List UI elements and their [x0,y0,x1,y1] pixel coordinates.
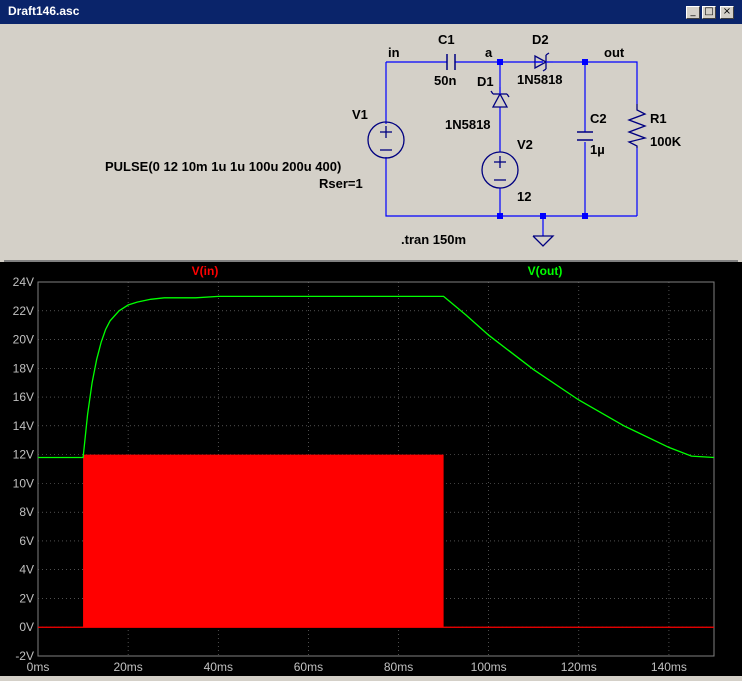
close-button[interactable]: × [720,6,734,19]
waveform-plot[interactable]: -2V0V2V4V6V8V10V12V14V16V18V20V22V24V 0m… [0,262,742,676]
x-tick-label: 40ms [204,660,233,674]
y-tick-label: 8V [19,505,34,519]
vout-trace[interactable] [38,295,715,459]
y-tick-label: 20V [13,333,34,347]
waveform-viewer[interactable]: -2V 0V 2V 4V 6V 8V 10V 12V 14V 16V 18V 20V 22V 24V 0m… [0,262,742,676]
label-r1-value: 100K [650,134,682,149]
y-tick-label: 12V [13,448,34,462]
schematic-labels: in a out C1 50n D2 1N5818 D1 1N5818 V1 P… [105,32,682,247]
label-c2: C2 [590,111,607,126]
x-tick-label: 20ms [113,660,142,674]
legend-vout[interactable]: V(out) [528,264,563,278]
ground-symbol [532,235,555,247]
window-title: Draft146.asc [8,4,80,18]
y-tick-label: 22V [13,304,34,318]
label-r1: R1 [650,111,667,126]
resistor-r1[interactable] [627,104,648,148]
x-tick-label: 100ms [471,660,507,674]
label-v2: V2 [517,137,533,152]
voltage-source-v1[interactable] [367,121,405,159]
y-tick-label: 4V [19,563,34,577]
label-c1: C1 [438,32,455,47]
label-a: a [485,45,493,60]
y-tick-label: 0V [19,620,34,634]
minimize-button[interactable]: _ [686,6,700,19]
label-v2-value: 12 [517,189,531,204]
x-tick-label: 120ms [561,660,597,674]
y-tick-label: 2V [19,591,34,605]
label-d1-value: 1N5818 [445,117,491,132]
legend-vin[interactable]: V(in) [192,264,219,278]
y-tick-label: 10V [13,476,34,490]
label-out: out [604,45,625,60]
y-tick-label: 24V [13,275,34,289]
x-tick-label: 0ms [27,660,50,674]
schematic-pane[interactable]: in a out C1 50n D2 1N5818 D1 1N5818 V1 P… [4,24,738,262]
label-c1-value: 50n [434,73,456,88]
label-v1-value: PULSE(0 12 10m 1u 1u 100u 200u 400) [105,159,341,174]
label-v1: V1 [352,107,368,122]
x-tick-label: 80ms [384,660,413,674]
x-tick-label: 140ms [651,660,687,674]
label-v1-rser: Rser=1 [319,176,363,191]
label-in: in [388,45,400,60]
title-bar: Draft146.asc _ □ × [0,0,742,24]
label-d1: D1 [477,74,494,89]
x-tick-label: 60ms [294,660,323,674]
maximize-button[interactable]: □ [702,6,716,19]
y-tick-label: 16V [13,390,34,404]
schematic-canvas[interactable]: in a out C1 50n D2 1N5818 D1 1N5818 V1 P… [4,24,738,260]
capacitor-c1[interactable] [446,54,456,70]
voltage-source-v2[interactable] [481,151,519,189]
vin-pulse-trace[interactable] [83,454,444,628]
y-axis-ticks: -2V0V2V4V6V8V10V12V14V16V18V20V22V24V [13,275,34,663]
plot-traces [38,295,715,628]
y-tick-label: 6V [19,534,34,548]
label-c2-value: 1µ [590,142,605,157]
y-tick-label: 18V [13,361,34,375]
capacitor-c2[interactable] [577,131,593,141]
x-axis-ticks: 0ms 20ms 40ms 60ms 80ms 100ms 120ms 140ms [27,660,687,674]
diode-d1[interactable] [490,87,510,108]
label-d2: D2 [532,32,549,47]
directive-tran[interactable]: .tran 150m [401,232,466,247]
label-d2-value: 1N5818 [517,72,563,87]
y-tick-label: 14V [13,419,34,433]
diode-d2[interactable] [534,52,553,72]
